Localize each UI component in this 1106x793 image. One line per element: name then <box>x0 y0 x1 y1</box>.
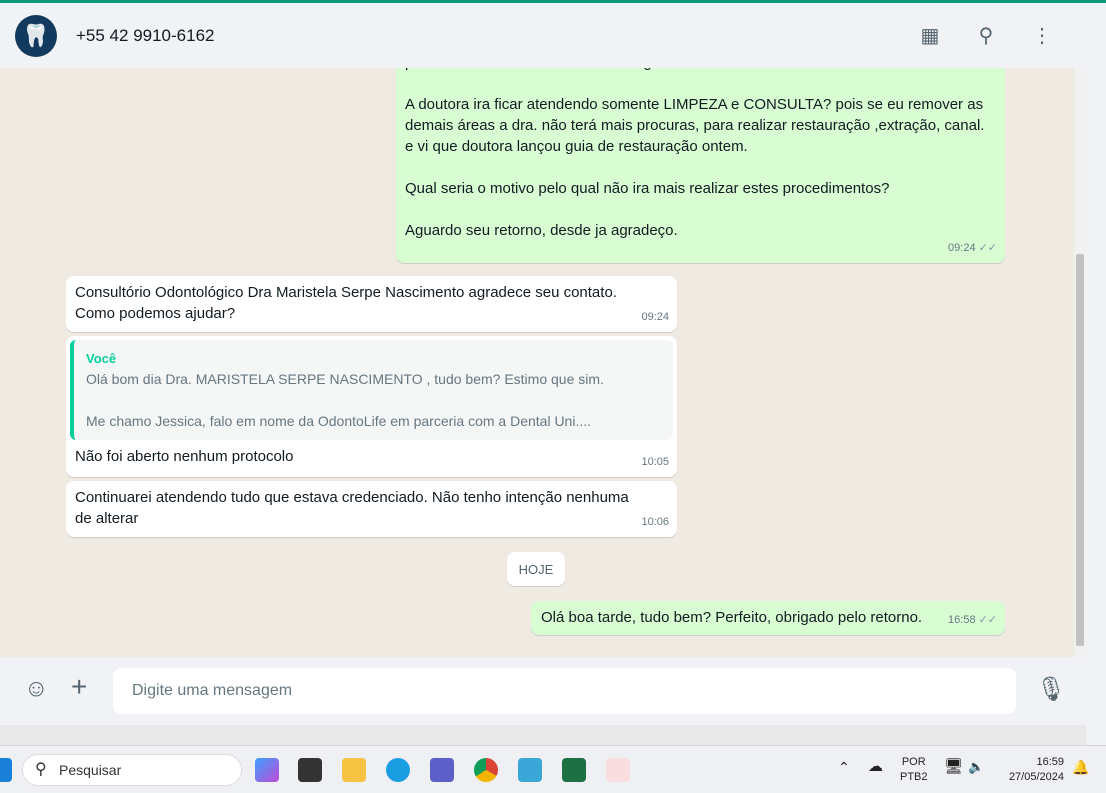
time: 16:59 <box>1036 756 1064 768</box>
search-icon: ⚲ <box>35 761 47 778</box>
text-line: e vi que doutora lançou guia de restaura… <box>405 138 748 155</box>
search-label: Pesquisar <box>59 762 122 778</box>
store-icon[interactable]: ▦ <box>916 21 944 49</box>
contact-avatar[interactable]: 🦷 <box>15 14 57 57</box>
search-icon[interactable]: ⚲ <box>972 21 1000 49</box>
file-explorer-icon[interactable] <box>342 758 366 782</box>
quote-author: Você <box>86 351 117 366</box>
double-check-icon: ✓✓ <box>978 614 997 626</box>
text-line: Me chamo Jessica, falo em nome da Odonto… <box>86 413 592 429</box>
text-line: Continuarei atendendo tudo que estava cr… <box>75 489 629 506</box>
message-time: 10:05 <box>641 456 669 468</box>
message-input[interactable]: Digite uma mensagem <box>113 668 1016 714</box>
text-line: Olá bom dia Dra. MARISTELA SERPE NASCIME… <box>86 371 604 387</box>
whatsapp-app: 🦷 +55 42 9910-6162 ▦ ⚲ ⋮ para remover as… <box>0 0 1086 725</box>
message-incoming-reply: Você Olá bom dia Dra. MARISTELA SERPE NA… <box>66 336 677 477</box>
message-outgoing: Olá boa tarde, tudo bem? Perfeito, obrig… <box>531 601 1005 635</box>
volume-icon[interactable]: 🔈 <box>968 759 984 774</box>
attach-plus-icon[interactable]: + <box>71 671 87 703</box>
message-text: Não foi aberto nenhum protocolo <box>75 448 294 465</box>
message-text: Olá boa tarde, tudo bem? Perfeito, obrig… <box>541 609 923 626</box>
menu-icon[interactable]: ⋮ <box>1028 21 1056 49</box>
text-line: de alterar <box>75 510 139 527</box>
top-accent <box>0 0 1106 3</box>
emoji-icon[interactable]: ☺ <box>24 675 49 703</box>
clock[interactable]: 16:59 27/05/2024 <box>1002 755 1064 785</box>
double-check-icon: ✓✓ <box>978 242 997 254</box>
microphone-icon[interactable]: 🎙 <box>1036 675 1066 704</box>
taskbar-search[interactable]: ⚲ Pesquisar <box>22 754 242 786</box>
quote-text: Olá bom dia Dra. MARISTELA SERPE NASCIME… <box>86 369 663 432</box>
message-incoming: Consultório Odontológico Dra Maristela S… <box>66 276 677 332</box>
show-hidden-icons[interactable]: ⌃ <box>838 760 850 775</box>
date: 27/05/2024 <box>1008 771 1064 783</box>
message-outgoing: para remover as demais áreas divulgadas.… <box>396 68 1005 263</box>
message-time: 09:24 <box>641 311 669 323</box>
excel-icon[interactable] <box>562 758 586 782</box>
text-line <box>405 199 996 220</box>
message-time: 16:58 <box>948 614 976 626</box>
message-time: 10:06 <box>641 516 669 528</box>
contact-name[interactable]: +55 42 9910-6162 <box>76 26 215 46</box>
composer: ☺ + Digite uma mensagem 🎙 <box>0 657 1086 725</box>
scrollbar[interactable] <box>1074 68 1086 657</box>
chat-header: 🦷 +55 42 9910-6162 ▦ ⚲ ⋮ <box>0 3 1086 68</box>
text-line <box>405 157 996 178</box>
text-line: A doutora ira ficar atendendo somente LI… <box>405 96 984 113</box>
text-line <box>405 73 996 94</box>
language: POR <box>901 756 926 768</box>
task-view-icon[interactable] <box>298 758 322 782</box>
language-indicator[interactable]: POR PTB2 <box>900 755 928 785</box>
text-line: Consultório Odontológico Dra Maristela S… <box>75 284 617 301</box>
scrollbar-thumb[interactable] <box>1076 254 1084 646</box>
text-line: Qual seria o motivo pelo qual não ira ma… <box>405 180 890 197</box>
keyboard-layout: PTB2 <box>900 771 928 783</box>
quoted-message[interactable]: Você Olá bom dia Dra. MARISTELA SERPE NA… <box>70 340 673 440</box>
start-icon[interactable] <box>0 758 12 782</box>
day-divider: HOJE <box>507 552 565 586</box>
text-line: Aguardo seu retorno, desde ja agradeço. <box>405 222 678 239</box>
teams-icon[interactable] <box>430 758 454 782</box>
text-line: Como podemos ajudar? <box>75 305 236 322</box>
message-time: 09:24 <box>948 242 976 254</box>
message-text: para remover as demais áreas divulgadas.… <box>405 68 996 241</box>
copilot-icon[interactable] <box>255 758 279 782</box>
message-list: para remover as demais áreas divulgadas.… <box>0 68 1074 657</box>
message-incoming: Continuarei atendendo tudo que estava cr… <box>66 481 677 537</box>
network-icon[interactable]: 🖥 <box>944 759 963 774</box>
window-edge <box>1086 3 1106 745</box>
edge-icon[interactable] <box>386 758 410 782</box>
onedrive-offline-icon[interactable]: ☁ <box>868 759 883 774</box>
message-text: Continuarei atendendo tudo que estava cr… <box>75 487 668 529</box>
text-line: demais áreas a dra. não terá mais procur… <box>405 117 985 134</box>
notepad-icon[interactable] <box>518 758 542 782</box>
taskbar: ⚲ Pesquisar ⌃ ☁ POR PTB2 🖥 🔈 16:59 27/05/20… <box>0 745 1106 793</box>
snipping-tool-icon[interactable] <box>606 758 630 782</box>
message-text: Consultório Odontológico Dra Maristela S… <box>75 282 668 324</box>
text-line <box>86 390 663 411</box>
notifications-bell-icon[interactable]: 🔔 <box>1072 760 1089 775</box>
chrome-icon[interactable] <box>474 758 498 782</box>
